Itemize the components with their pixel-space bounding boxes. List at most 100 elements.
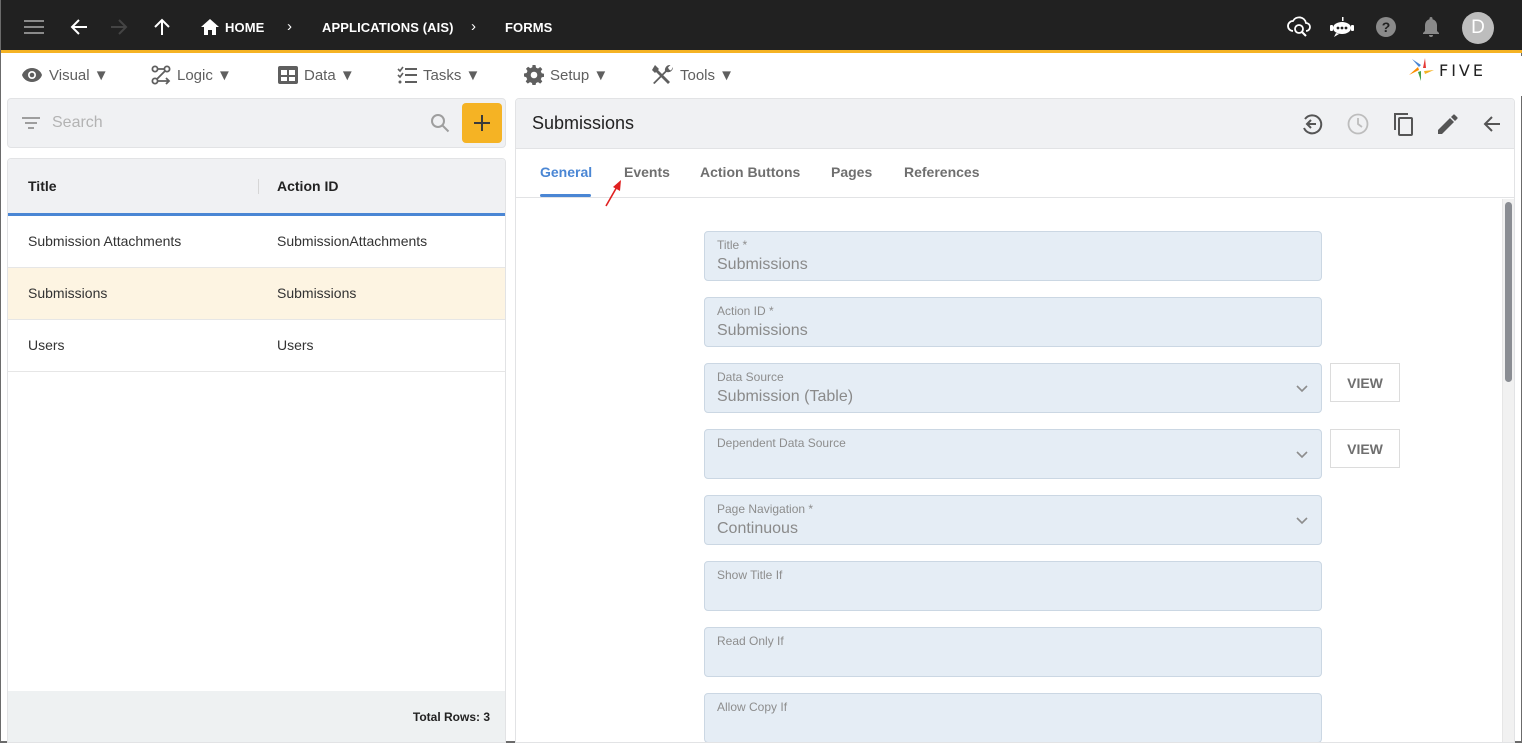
bell-icon[interactable] xyxy=(1418,14,1444,40)
app-bar: HOME › APPLICATIONS (AIS) › FORMS ? D xyxy=(1,0,1522,53)
detail-title: Submissions xyxy=(532,113,635,133)
back-arrow-icon[interactable] xyxy=(66,14,92,40)
row-action-id: Submissions xyxy=(277,285,357,301)
tab-bar: General Events Action Buttons Pages Refe… xyxy=(516,149,1514,198)
five-logo: FIVE xyxy=(1409,58,1486,82)
field-label: Dependent Data Source xyxy=(717,436,846,450)
menu-data[interactable]: Data ▼ xyxy=(278,63,355,87)
dependent-data-source-view-button[interactable]: VIEW xyxy=(1330,429,1400,468)
row-title: Users xyxy=(28,337,65,353)
plus-icon xyxy=(474,115,490,131)
chatbot-icon[interactable] xyxy=(1329,14,1355,40)
help-icon[interactable]: ? xyxy=(1373,14,1399,40)
eye-icon xyxy=(22,68,42,82)
add-button[interactable] xyxy=(462,103,502,143)
breadcrumb-forms[interactable]: FORMS xyxy=(505,20,552,35)
column-divider[interactable] xyxy=(258,179,259,194)
tab-pages[interactable]: Pages xyxy=(831,164,872,180)
table-row-selected[interactable]: Submissions Submissions xyxy=(8,268,505,320)
menu-tasks-label: Tasks ▼ xyxy=(423,66,481,84)
menu-logic-label: Logic ▼ xyxy=(177,66,232,84)
row-action-id: SubmissionAttachments xyxy=(277,233,428,249)
field-label: Show Title If xyxy=(717,568,783,582)
forward-arrow-icon[interactable] xyxy=(106,14,132,40)
red-arrow-annotation xyxy=(605,180,621,207)
menu-icon[interactable] xyxy=(21,14,47,40)
tab-action-buttons[interactable]: Action Buttons xyxy=(700,164,800,180)
menu-setup[interactable]: Setup ▼ xyxy=(524,63,608,87)
menu-setup-label: Setup ▼ xyxy=(550,66,609,84)
column-header-title[interactable]: Title xyxy=(28,178,57,194)
page-navigation-select[interactable]: Page Navigation * Continuous xyxy=(704,495,1322,545)
action-id-field[interactable]: Action ID * Submissions xyxy=(704,297,1322,347)
menu-bar: Visual ▼ Logic ▼ Data ▼ Tasks ▼ Setup ▼ … xyxy=(1,56,1522,96)
scrollbar-thumb[interactable] xyxy=(1505,202,1512,382)
data-source-view-button[interactable]: VIEW xyxy=(1330,363,1400,402)
tab-general[interactable]: General xyxy=(540,164,592,180)
data-source-select[interactable]: Data Source Submission (Table) xyxy=(704,363,1322,413)
logo-text: FIVE xyxy=(1439,60,1486,80)
list-footer: Total Rows: 3 xyxy=(8,691,505,742)
tools-icon xyxy=(652,64,674,84)
field-label: Allow Copy If xyxy=(717,700,788,714)
field-label: Read Only If xyxy=(717,634,784,648)
detail-header: Submissions xyxy=(516,99,1514,149)
back-arrow-icon[interactable] xyxy=(1479,111,1505,137)
column-header-action-id[interactable]: Action ID xyxy=(277,178,338,194)
chevron-down-icon xyxy=(1296,451,1308,459)
up-arrow-icon[interactable] xyxy=(149,14,175,40)
history-icon[interactable] xyxy=(1345,111,1371,137)
menu-tasks[interactable]: Tasks ▼ xyxy=(397,63,480,87)
back-circle-icon[interactable] xyxy=(1299,111,1325,137)
menu-logic[interactable]: Logic ▼ xyxy=(151,63,232,87)
home-icon[interactable] xyxy=(197,14,223,40)
show-title-if-field[interactable]: Show Title If xyxy=(704,561,1322,611)
title-field[interactable]: Title * Submissions xyxy=(704,231,1322,281)
field-label: Action ID * xyxy=(717,304,774,318)
table-row[interactable]: Users Users xyxy=(8,320,505,372)
row-title: Submissions xyxy=(28,285,108,301)
tab-events[interactable]: Events xyxy=(624,164,670,180)
tab-references[interactable]: References xyxy=(904,164,980,180)
menu-visual[interactable]: Visual ▼ xyxy=(21,63,109,87)
chevron-right-icon: › xyxy=(287,18,292,35)
gear-icon xyxy=(524,65,544,85)
table-icon xyxy=(278,66,298,84)
cloud-search-icon[interactable] xyxy=(1286,14,1312,40)
svg-text:?: ? xyxy=(1382,19,1391,35)
forms-list: Title Action ID Submission Attachments S… xyxy=(7,158,506,743)
field-label: Data Source xyxy=(717,370,784,384)
chevron-down-icon xyxy=(1296,517,1308,525)
search-box xyxy=(7,98,506,148)
search-input[interactable] xyxy=(52,112,412,134)
table-row[interactable]: Submission Attachments SubmissionAttachm… xyxy=(8,216,505,268)
dependent-data-source-select[interactable]: Dependent Data Source xyxy=(704,429,1322,479)
menu-data-label: Data ▼ xyxy=(304,66,355,84)
menu-visual-label: Visual ▼ xyxy=(49,66,109,84)
breadcrumb-home[interactable]: HOME xyxy=(225,20,264,35)
copy-icon[interactable] xyxy=(1391,111,1417,137)
checklist-icon xyxy=(397,66,417,84)
search-icon[interactable] xyxy=(430,113,450,133)
field-value: Submissions xyxy=(717,256,808,273)
menu-tools-label: Tools ▼ xyxy=(680,66,735,84)
field-value: Continuous xyxy=(717,520,798,537)
chevron-right-icon: › xyxy=(471,18,476,35)
filter-icon[interactable] xyxy=(22,116,40,130)
active-tab-indicator xyxy=(540,194,591,197)
field-value: Submission (Table) xyxy=(717,388,854,405)
read-only-if-field[interactable]: Read Only If xyxy=(704,627,1322,677)
total-rows: Total Rows: 3 xyxy=(412,710,490,724)
row-action-id: Users xyxy=(277,337,314,353)
chevron-down-icon xyxy=(1296,385,1308,393)
avatar[interactable]: D xyxy=(1462,12,1494,44)
edit-icon[interactable] xyxy=(1435,111,1461,137)
row-title: Submission Attachments xyxy=(28,233,182,249)
allow-copy-if-field[interactable]: Allow Copy If xyxy=(704,693,1322,742)
field-label: Title * xyxy=(717,238,748,252)
menu-tools[interactable]: Tools ▼ xyxy=(652,63,734,87)
field-label: Page Navigation * xyxy=(717,502,814,516)
list-header: Title Action ID xyxy=(8,159,505,216)
scrollbar[interactable] xyxy=(1502,199,1514,742)
breadcrumb-applications[interactable]: APPLICATIONS (AIS) xyxy=(322,20,454,35)
